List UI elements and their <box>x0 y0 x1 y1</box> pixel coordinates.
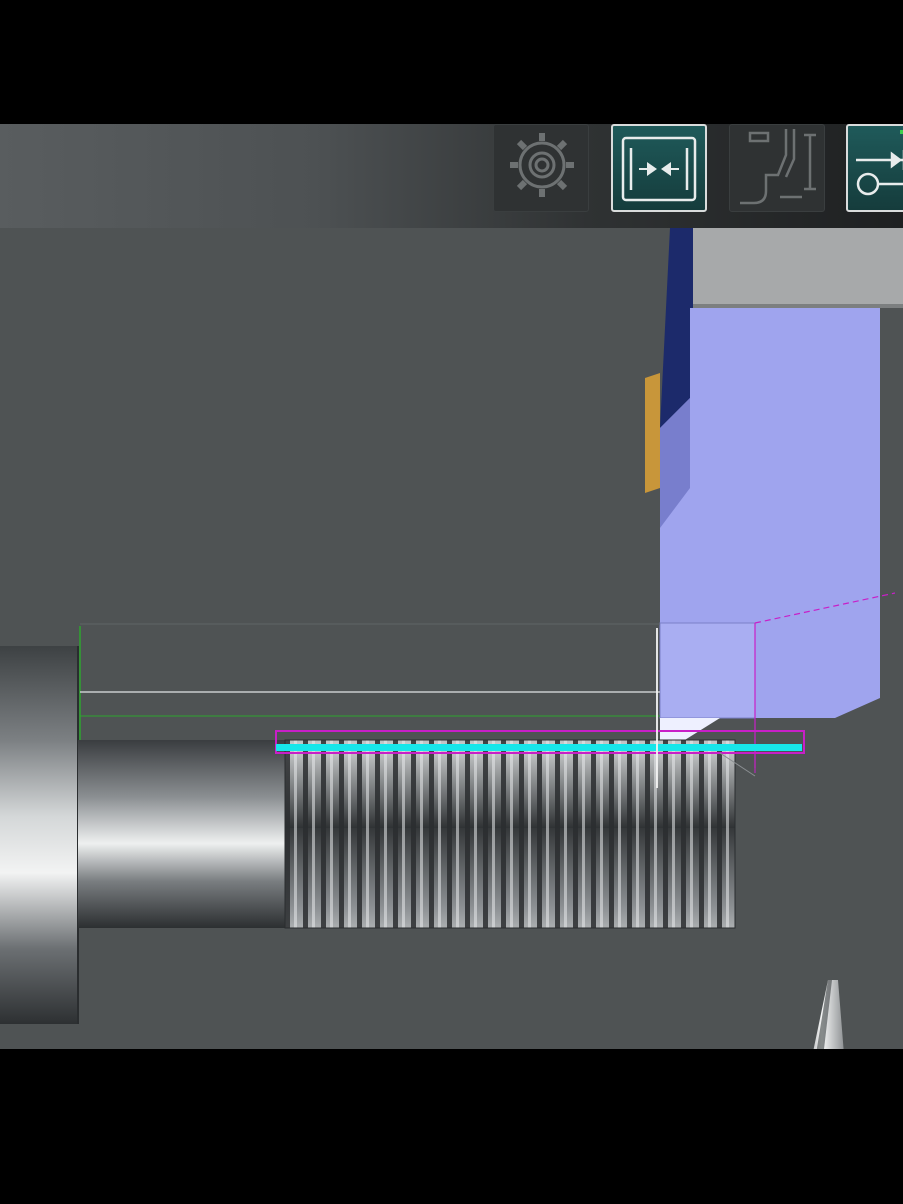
3d-viewport[interactable] <box>0 228 903 1049</box>
gear-icon <box>510 133 574 197</box>
tool-holder-dark <box>660 228 693 428</box>
toolpath-cyan <box>276 744 802 751</box>
jog-arrows-icon <box>621 136 697 202</box>
settings-button[interactable] <box>493 124 589 212</box>
insert-edge <box>645 373 660 493</box>
wrench-icon <box>856 130 903 196</box>
chuck <box>0 646 78 1024</box>
lathe-scene <box>0 228 903 1049</box>
letterbox-top <box>0 0 903 124</box>
tool-wrench-button[interactable] <box>846 124 903 212</box>
threaded-section <box>285 740 735 928</box>
toolbar <box>0 124 903 228</box>
cnc-simulator <box>0 124 903 1049</box>
turret-block <box>693 228 903 304</box>
workpiece-shaft <box>78 740 288 928</box>
jog-button[interactable] <box>611 124 707 212</box>
letterbox-bottom <box>0 1049 903 1204</box>
tool-geometry-button[interactable] <box>729 124 825 212</box>
tool-geometry-icon <box>740 129 816 205</box>
